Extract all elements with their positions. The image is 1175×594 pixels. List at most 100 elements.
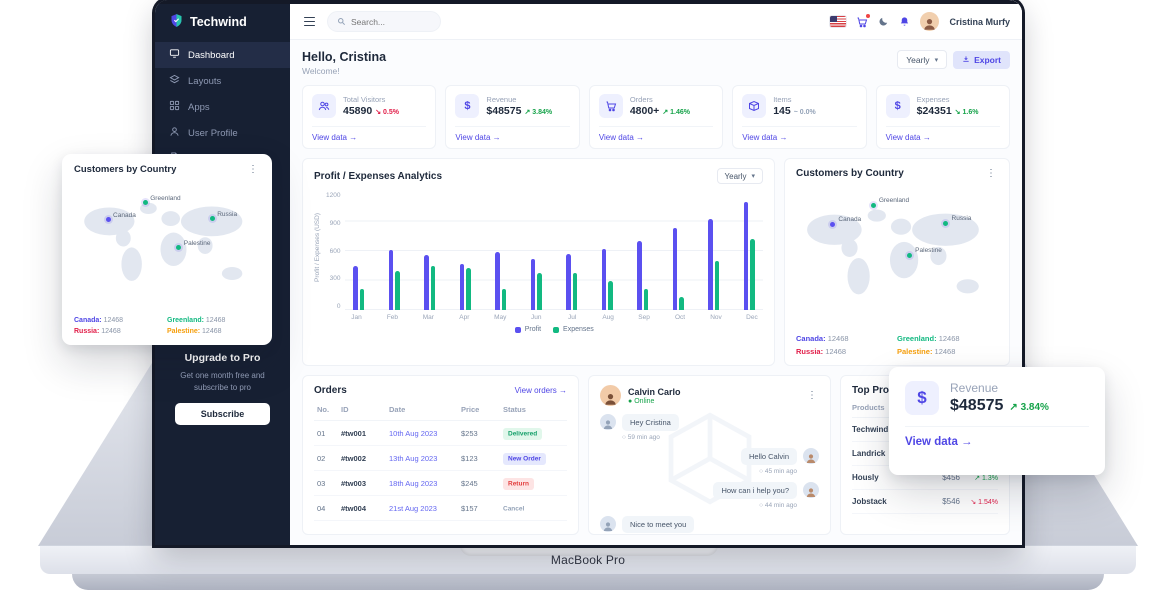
bar-group-nov	[708, 192, 719, 310]
download-icon	[962, 55, 970, 65]
floating-customers-card: Customers by Country ⋮ Canada Greenland	[62, 154, 272, 345]
sidebar-item-dashboard[interactable]: Dashboard	[155, 42, 290, 68]
expenses-bar	[395, 271, 400, 310]
chevron-down-icon: ▾	[935, 56, 939, 64]
bar-chart: Profit / Expenses (USD) 1200 900 600 300…	[314, 192, 763, 356]
view-orders-link[interactable]: View orders →	[515, 386, 567, 395]
greeting-block: Hello, Cristina Welcome!	[302, 50, 386, 76]
bar-group-jun	[531, 192, 542, 310]
sidebar-item-apps[interactable]: Apps	[155, 94, 290, 120]
notifications-bell-icon[interactable]	[899, 16, 910, 27]
sidebar-item-layouts[interactable]: Layouts	[155, 68, 290, 94]
legend-item-palestine: Palestine12468	[897, 347, 998, 356]
online-status: ● Online	[628, 398, 681, 405]
month-label: Nov	[709, 314, 723, 321]
chat-messages: Hey Cristina ○ 59 min ago Hello Calvin ○…	[600, 414, 819, 525]
card-title: Orders	[314, 385, 347, 396]
status-badge: Cancel	[503, 503, 529, 515]
profit-expenses-analytics-card: Profit / Expenses Analytics Yearly ▾ Pro…	[302, 158, 775, 366]
order-row[interactable]: 04#tw004 21st Aug 2023$157 Cancel	[314, 496, 567, 521]
brand-logo[interactable]: Techwind	[155, 0, 290, 42]
view-data-link[interactable]: View data →	[886, 126, 1000, 148]
profit-bar	[389, 250, 394, 310]
topbar: Cristina Murfy	[290, 0, 1022, 40]
card-title: Customers by Country	[796, 168, 904, 179]
card-title: Customers by Country	[74, 164, 176, 175]
search-input[interactable]	[351, 17, 431, 27]
dollar-icon: $	[455, 94, 479, 118]
month-label: Apr	[457, 314, 471, 321]
export-button[interactable]: Export	[953, 51, 1010, 69]
customers-by-country-card: Customers by Country ⋮	[784, 158, 1010, 366]
page-title: Hello, Cristina	[302, 50, 386, 64]
stats-row: Total Visitors 45890 ↘ 0.5% View data → …	[302, 85, 1010, 149]
clock-icon: ○	[622, 434, 626, 441]
floating-revenue-card: $ Revenue $48575 ↗ 3.84% View data →	[889, 367, 1105, 475]
plot-area	[345, 192, 763, 310]
period-select[interactable]: Yearly ▾	[897, 50, 947, 69]
laptop-base-bottom	[72, 574, 1104, 590]
laptop-model-label: MacBook Pro	[40, 553, 1136, 567]
y-axis-label: Profit / Expenses (USD)	[314, 192, 321, 304]
chat-message-incoming: Hey Cristina ○ 59 min ago	[600, 414, 819, 441]
hamburger-menu-icon[interactable]	[302, 15, 317, 29]
kebab-menu-icon[interactable]: ⋮	[984, 168, 998, 179]
view-data-link[interactable]: View data →	[455, 126, 569, 148]
screen-bezel	[155, 0, 1022, 4]
search-box[interactable]	[327, 11, 441, 32]
order-row[interactable]: 02#tw002 13th Aug 2023$123 New Order	[314, 446, 567, 471]
country-legend: Canada12468 Greenland12468 Russia12468 P…	[74, 317, 260, 335]
map-dot-canada[interactable]	[106, 217, 111, 222]
month-label: Mar	[421, 314, 435, 321]
revenue-value: $48575	[950, 397, 1003, 415]
sender-avatar	[803, 482, 819, 498]
page: MacBook Pro Techwind Dashboard Layouts	[0, 0, 1175, 594]
sidebar-item-user-profile[interactable]: User Profile	[155, 120, 290, 146]
chart-legend: Profit Expenses	[345, 326, 763, 333]
subscribe-button[interactable]: Subscribe	[175, 403, 270, 425]
orders-card: Orders View orders → No. ID Date Price	[302, 375, 579, 535]
map-dot-greenland[interactable]	[143, 200, 148, 205]
map-dot-greenland[interactable]	[871, 203, 876, 208]
kebab-menu-icon[interactable]: ⋮	[805, 390, 819, 401]
legend-item-russia: Russia12468	[74, 328, 167, 335]
month-label: Aug	[601, 314, 615, 321]
message-time: ○ 45 min ago	[759, 468, 797, 475]
world-map: Canada Greenland Russia Palestine	[796, 184, 998, 330]
kebab-menu-icon[interactable]: ⋮	[246, 164, 260, 175]
month-label: Oct	[673, 314, 687, 321]
product-row[interactable]: Jobstack $546 ↘ 1.54%	[852, 490, 998, 514]
view-data-link[interactable]: View data →	[905, 426, 1089, 457]
legend-item-russia: Russia12468	[796, 347, 897, 356]
sidebar-item-label: Apps	[188, 102, 210, 113]
user-avatar[interactable]	[920, 12, 939, 31]
map-dot-palestine[interactable]	[907, 253, 912, 258]
bar-group-aug	[602, 192, 613, 310]
cart-icon[interactable]	[856, 16, 868, 28]
map-label-canada: Canada	[838, 216, 861, 223]
month-label: Feb	[385, 314, 399, 321]
chart-period-select[interactable]: Yearly ▾	[717, 168, 763, 184]
view-data-link[interactable]: View data →	[312, 126, 426, 148]
sidebar-nav: Dashboard Layouts Apps User Profile Blog	[155, 42, 290, 172]
dark-mode-moon-icon[interactable]	[878, 16, 889, 27]
user-name[interactable]: Cristina Murfy	[949, 17, 1010, 27]
stat-label: Items	[773, 95, 816, 104]
stat-card-items: Items 145 ~ 0.0% View data →	[732, 85, 866, 149]
expenses-bar	[644, 289, 649, 310]
view-data-link[interactable]: View data →	[742, 126, 856, 148]
order-row[interactable]: 03#tw003 18th Aug 2023$245 Return	[314, 471, 567, 496]
expenses-bar	[750, 239, 755, 310]
stat-value: $24351	[917, 105, 952, 117]
order-row[interactable]: 01#tw001 10th Aug 2023$253 Delivered	[314, 421, 567, 446]
us-flag-icon[interactable]	[830, 16, 846, 27]
message-bubble: Hey Cristina	[622, 414, 679, 431]
cart-icon	[599, 94, 623, 118]
bar-group-jul	[566, 192, 577, 310]
chat-contact-avatar[interactable]	[600, 385, 621, 406]
month-label: Dec	[745, 314, 759, 321]
map-dot-russia[interactable]	[210, 216, 215, 221]
expenses-bar	[431, 266, 436, 310]
view-data-link[interactable]: View data →	[599, 126, 713, 148]
profit-bar	[637, 241, 642, 310]
